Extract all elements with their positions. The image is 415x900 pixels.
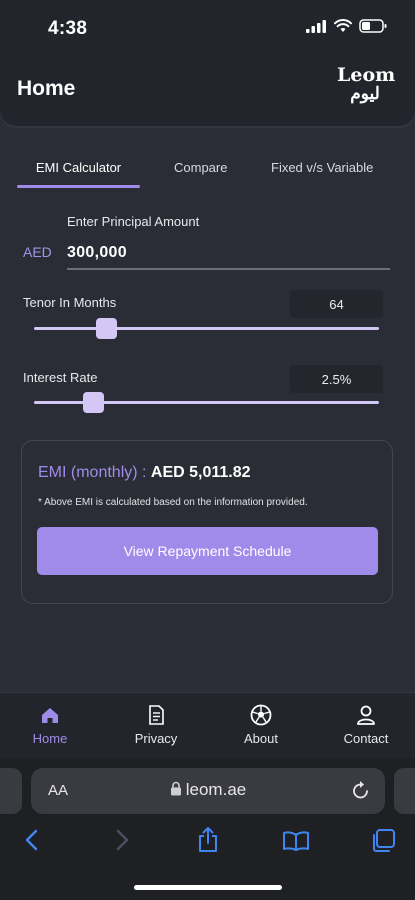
wifi-icon: [334, 19, 352, 32]
logo-text-latin: Leom: [337, 64, 396, 86]
status-icons: [306, 19, 387, 33]
nav-label-contact: Contact: [343, 731, 389, 746]
previous-tab-pill[interactable]: [0, 768, 22, 814]
tenor-slider[interactable]: [34, 318, 379, 340]
lock-icon: [170, 781, 181, 796]
active-tab-indicator: [17, 185, 140, 188]
currency-label: AED: [23, 244, 52, 260]
nav-item-about[interactable]: About: [221, 703, 301, 746]
tabs-icon[interactable]: [370, 828, 396, 854]
interest-rate-slider[interactable]: [34, 392, 379, 414]
page-title: Home: [17, 77, 76, 100]
interest-rate-value-field[interactable]: 2.5%: [290, 365, 383, 393]
nav-item-home[interactable]: Home: [10, 703, 90, 746]
share-icon[interactable]: [196, 826, 220, 854]
tab-fixed-vs-variable[interactable]: Fixed v/s Variable: [271, 160, 373, 175]
document-icon: [149, 705, 164, 725]
tenor-slider-thumb[interactable]: [96, 318, 118, 339]
tenor-value-field[interactable]: 64: [290, 290, 383, 318]
person-icon: [357, 705, 375, 725]
home-indicator: [134, 885, 282, 890]
emi-label: EMI (monthly) :: [38, 464, 147, 481]
url-text: leom.ae: [185, 780, 247, 799]
emi-result-line: EMI (monthly) : AED 5,011.82: [38, 464, 251, 482]
nav-label-home: Home: [32, 731, 68, 746]
forward-arrow-icon[interactable]: [112, 828, 132, 852]
calculator-tabs: EMI Calculator Compare Fixed v/s Variabl…: [0, 160, 415, 190]
battery-icon: [359, 19, 387, 33]
nav-label-about: About: [244, 731, 278, 746]
address-bar[interactable]: AA leom.ae: [31, 768, 385, 814]
browser-toolbar: AA leom.ae: [0, 758, 415, 900]
url-display: leom.ae: [31, 780, 385, 800]
tenor-slider-track: [34, 327, 379, 330]
nav-item-contact[interactable]: Contact: [326, 703, 406, 746]
reload-icon[interactable]: [351, 779, 371, 801]
logo-text-arabic: ليوم: [350, 84, 380, 104]
next-tab-pill[interactable]: [394, 768, 415, 814]
emi-result-card: EMI (monthly) : AED 5,011.82 * Above EMI…: [21, 440, 393, 604]
bookmarks-icon[interactable]: [282, 830, 310, 852]
tab-emi-calculator[interactable]: EMI Calculator: [17, 160, 140, 175]
view-repayment-schedule-button[interactable]: View Repayment Schedule: [37, 527, 378, 575]
app-header: Home Leom ليوم: [0, 58, 415, 126]
nav-item-privacy[interactable]: Privacy: [116, 703, 196, 746]
brand-logo[interactable]: Leom ليوم: [337, 64, 396, 104]
bottom-navigation: Home Privacy About Contact: [0, 692, 415, 758]
tab-compare[interactable]: Compare: [174, 160, 227, 175]
emi-value: AED 5,011.82: [150, 464, 251, 481]
interest-slider-thumb[interactable]: [82, 392, 104, 413]
emi-disclaimer: * Above EMI is calculated based on the i…: [38, 497, 308, 508]
status-time: 4:38: [48, 18, 88, 39]
home-icon: [42, 708, 58, 723]
back-arrow-icon[interactable]: [22, 828, 42, 852]
status-bar: 4:38: [0, 0, 415, 58]
soccer-ball-icon: [250, 704, 272, 726]
interest-rate-label: Interest Rate: [23, 370, 98, 385]
nav-label-privacy: Privacy: [134, 731, 178, 746]
signal-icon: [306, 19, 326, 33]
tenor-label: Tenor In Months: [23, 295, 117, 310]
principal-amount-input[interactable]: [67, 238, 390, 270]
principal-label: Enter Principal Amount: [67, 214, 200, 229]
